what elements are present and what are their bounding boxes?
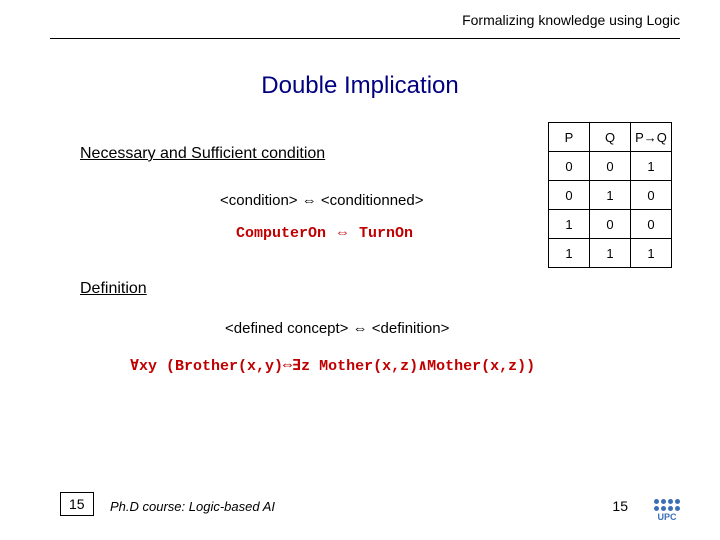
slide: Formalizing knowledge using Logic Double…	[0, 0, 720, 540]
footer-page-num: 15	[612, 498, 628, 514]
example1-left: ComputerOn	[236, 225, 326, 242]
necessary-sufficient-label: Necessary and Sufficient condition	[80, 145, 325, 163]
footer-page-box: 15	[60, 492, 94, 516]
biconditional-icon: ⇔	[335, 224, 350, 241]
footer-course: Ph.D course: Logic-based AI	[110, 499, 275, 514]
truth-table: P Q P→Q 0 0 1 0 1 0 1 0 0 1 1 1	[548, 122, 672, 268]
logo-text: UPC	[654, 513, 680, 522]
th-pq: P→Q	[631, 123, 672, 152]
table-row: 1 0 0	[549, 210, 672, 239]
table-row: 0 0 1	[549, 152, 672, 181]
table-row: P Q P→Q	[549, 123, 672, 152]
condition-template: <condition> ⇔ <conditionned>	[220, 192, 424, 209]
th-q: Q	[590, 123, 631, 152]
example-computer-on: ComputerOn ⇔ TurnOn	[236, 224, 413, 242]
upc-logo: UPC	[654, 499, 680, 522]
th-p: P	[549, 123, 590, 152]
definition-template: <defined concept> ⇔ <definition>	[225, 320, 449, 337]
slide-title: Double Implication	[0, 72, 720, 100]
example1-right: TurnOn	[359, 225, 413, 242]
table-row: 0 1 0	[549, 181, 672, 210]
header-text: Formalizing knowledge using Logic	[462, 12, 680, 28]
table-row: 1 1 1	[549, 239, 672, 268]
definition-label: Definition	[80, 280, 147, 298]
header-rule	[50, 38, 680, 39]
example-brother: ∀xy (Brother(x,y)⇔∃z Mother(x,z)∧Mother(…	[130, 356, 535, 375]
logo-dots-icon	[654, 499, 680, 511]
